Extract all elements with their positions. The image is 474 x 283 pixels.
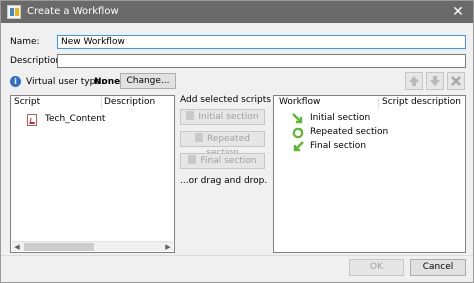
drag-drop-hint: ...or drag and drop. — [180, 176, 268, 186]
script-row-tech-content[interactable]: Tech_Content — [27, 113, 147, 126]
column-separator — [378, 97, 379, 109]
workflow-item-repeated-section[interactable]: Repeated section — [292, 126, 412, 139]
window-title: Create a Workflow — [27, 6, 119, 17]
scrollbar-thumb[interactable] — [24, 243, 94, 251]
app-icon — [7, 5, 21, 19]
title-bar[interactable]: Create a Workflow ✕ — [1, 1, 473, 23]
name-label: Name: — [10, 37, 40, 47]
description-input[interactable] — [57, 54, 466, 68]
repeated-section-icon — [292, 127, 304, 139]
footer-divider — [1, 255, 473, 256]
virtual-user-type-value: None — [94, 77, 121, 87]
script-column-header[interactable]: Script — [14, 96, 40, 109]
add-to-final-section-button[interactable]: Final section — [180, 153, 265, 169]
close-button[interactable]: ✕ — [445, 1, 471, 23]
move-down-icon[interactable] — [426, 72, 444, 90]
move-up-icon[interactable] — [405, 72, 423, 90]
add-to-repeated-section-button[interactable]: Repeated section — [180, 131, 265, 158]
scroll-left-icon[interactable]: ◀ — [12, 242, 22, 252]
initial-section-icon — [292, 113, 304, 125]
description-column-header[interactable]: Description — [104, 96, 155, 109]
add-to-initial-section-button[interactable]: Initial section — [180, 109, 265, 125]
workflow-panel: Workflow Script description Initial sect… — [273, 95, 466, 253]
scroll-right-icon[interactable]: ▶ — [163, 242, 173, 252]
virtual-user-type-label: Virtual user type: — [26, 77, 104, 87]
arrow-return-icon — [188, 155, 197, 164]
workflow-item-final-section[interactable]: Final section — [292, 140, 412, 153]
final-section-icon — [292, 141, 304, 153]
arrow-down-icon — [186, 111, 195, 120]
change-button[interactable]: Change... — [120, 73, 176, 89]
name-input[interactable]: New Workflow — [57, 35, 466, 49]
cancel-button[interactable]: Cancel — [410, 259, 466, 276]
ok-button[interactable]: OK — [349, 259, 404, 276]
workflow-item-initial-section[interactable]: Initial section — [292, 112, 412, 125]
workflow-column-header[interactable]: Workflow — [279, 96, 320, 109]
add-selected-heading: Add selected scripts to: — [180, 95, 286, 105]
scripts-panel: Script Description Tech_Content ◀ ▶ — [10, 95, 175, 253]
script-description-column-header[interactable]: Script description — [382, 96, 461, 109]
create-workflow-dialog: Create a Workflow ✕ Name: New Workflow D… — [0, 0, 474, 283]
repeat-icon — [195, 133, 204, 142]
delete-icon[interactable] — [447, 72, 465, 90]
script-file-icon — [27, 114, 37, 126]
column-separator — [101, 97, 102, 109]
script-name: Tech_Content — [45, 114, 106, 124]
info-icon: i — [10, 76, 21, 87]
horizontal-scrollbar[interactable]: ◀ ▶ — [12, 241, 173, 251]
